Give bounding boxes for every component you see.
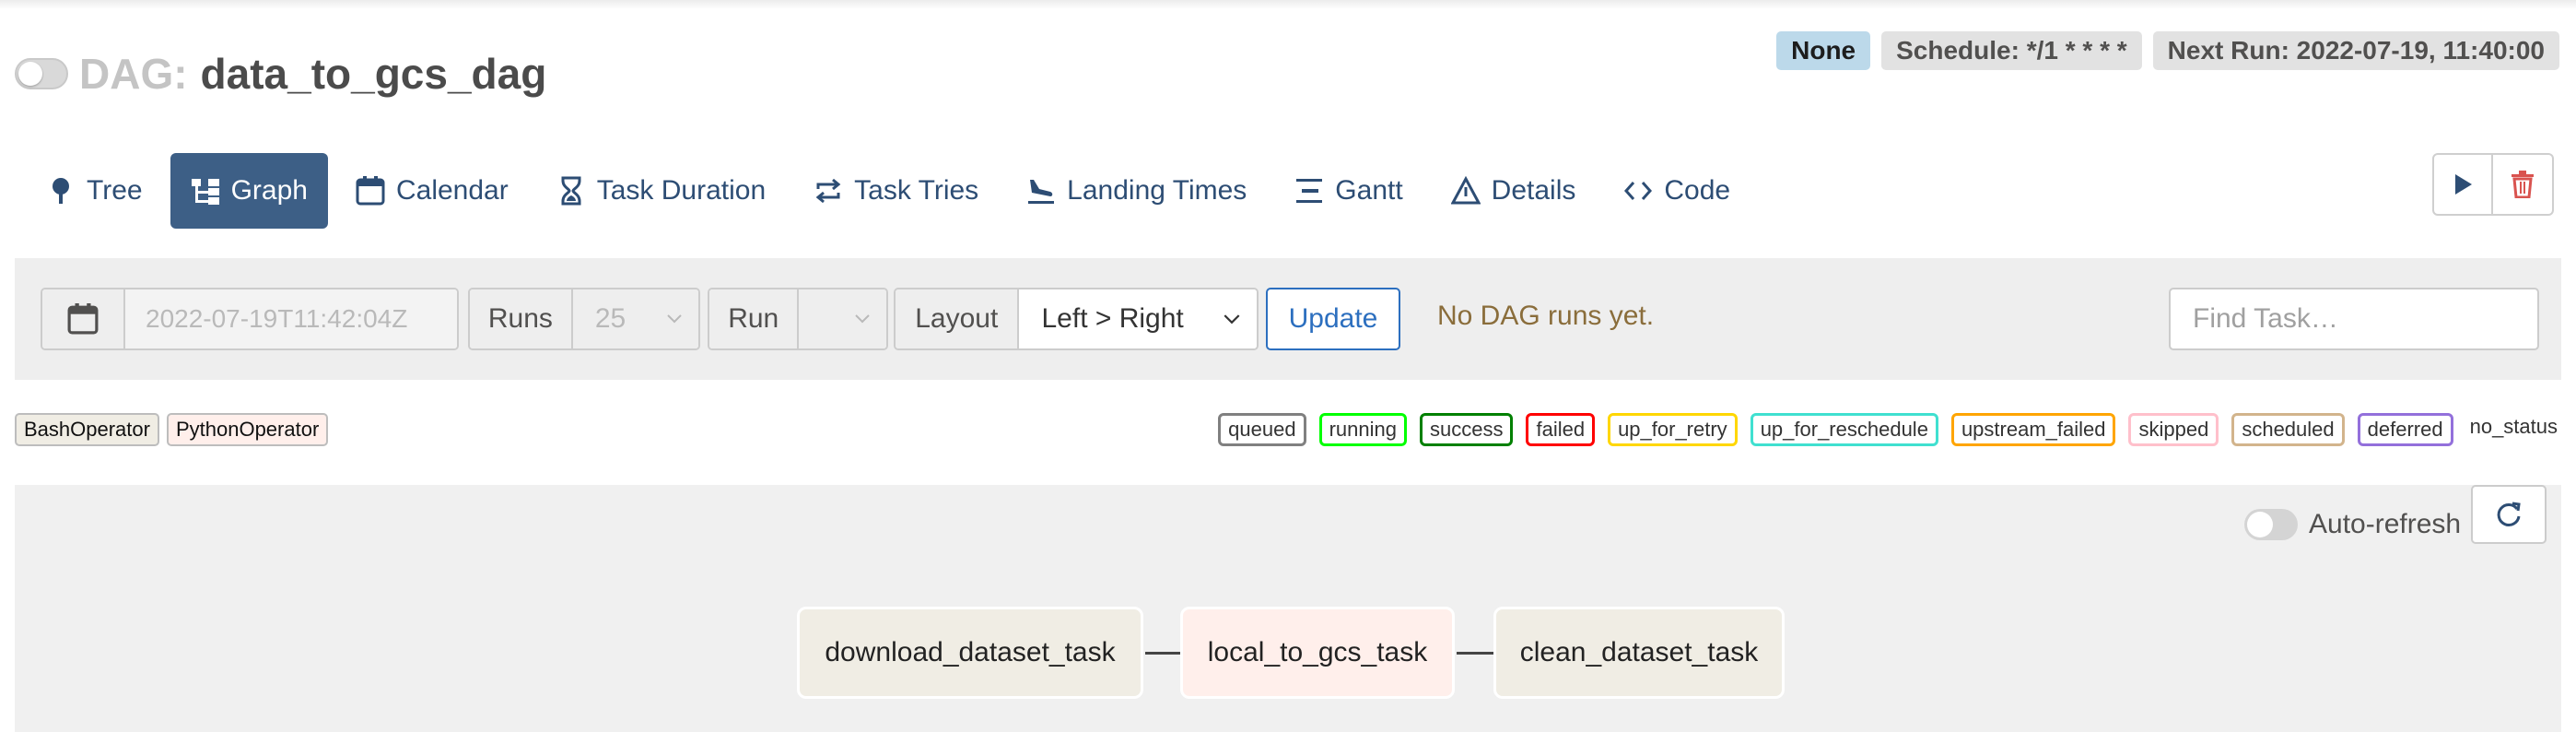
calendar-icon[interactable] [42,289,125,348]
legend-scheduled: scheduled [2231,413,2345,446]
dag-actions [2432,153,2554,216]
graph-filter-bar: 2022-07-19T11:42:04Z Runs 25 Run Layout … [15,258,2561,380]
no-dag-runs-message: No DAG runs yet. [1437,301,1655,331]
tab-label: Details [1491,175,1576,206]
legend-success: success [1419,413,1514,446]
tab-label: Tree [87,175,143,206]
dag-title: data_to_gcs_dag [200,50,547,98]
tab-gantt[interactable]: Gantt [1274,153,1423,229]
layout-group: Layout Left > Right [894,288,1259,350]
dag-pause-toggle[interactable] [15,58,68,89]
tab-label: Calendar [395,175,509,206]
refresh-icon [2497,502,2521,526]
auto-refresh[interactable]: Auto-refresh [2244,509,2461,540]
hourglass-icon [556,176,586,206]
view-tabs: Tree Graph Calendar Task Duration Task T… [28,153,1758,229]
chevron-down-icon [667,314,682,324]
legend-running: running [1318,413,1407,446]
refresh-button[interactable] [2471,485,2547,544]
tab-task-tries[interactable]: Task Tries [793,153,999,229]
status-legend: queued running success failed up_for_ret… [1218,413,2561,446]
code-icon [1623,176,1653,206]
graph-icon [191,176,220,206]
chevron-down-icon [1224,313,1240,324]
operator-legend: BashOperator PythonOperator [15,413,329,446]
task-node-local-to-gcs[interactable]: local_to_gcs_task [1180,607,1455,699]
legend-failed: failed [1526,413,1596,446]
delete-dag-button[interactable] [2493,153,2554,216]
layout-label: Layout [896,289,1020,348]
run-label: Run [709,289,800,348]
play-icon [2455,174,2472,195]
task-node-download-dataset[interactable]: download_dataset_task [797,607,1143,699]
legend-deferred: deferred [2357,413,2453,446]
layout-select[interactable]: Left > Right [1019,289,1257,348]
legend-no-status: no_status [2465,413,2561,446]
tab-label: Task Tries [854,175,979,206]
runs-select[interactable]: 25 [572,289,698,348]
schedule-badge: Schedule: */1 * * * * [1881,31,2142,70]
find-task-input[interactable]: Find Task… [2169,288,2539,350]
tab-details[interactable]: Details [1431,153,1597,229]
legend-up-for-reschedule: up_for_reschedule [1750,413,1938,446]
operator-pythonoperator: PythonOperator [166,413,329,446]
tab-tree[interactable]: Tree [28,153,163,229]
trigger-dag-button[interactable] [2432,153,2493,216]
tab-graph[interactable]: Graph [170,153,328,229]
operator-bashoperator: BashOperator [15,413,159,446]
tab-code[interactable]: Code [1603,153,1751,229]
legend-upstream-failed: upstream_failed [1950,413,2116,446]
dag-status-badge: None [1776,31,1871,70]
task-node-clean-dataset[interactable]: clean_dataset_task [1493,607,1785,699]
repeat-icon [814,176,843,206]
tab-label: Graph [230,175,308,206]
calendar-icon [356,176,385,206]
dag-graph-canvas[interactable]: Auto-refresh download_dataset_task local… [15,485,2561,732]
runs-label: Runs [470,289,573,348]
layout-value: Left > Right [1041,303,1184,334]
auto-refresh-toggle[interactable] [2244,509,2298,540]
trash-icon [2512,171,2534,198]
chevron-down-icon [855,314,870,324]
plane-landing-icon [1026,176,1056,206]
update-button[interactable]: Update [1266,288,1400,350]
dag-info-badges: None Schedule: */1 * * * * Next Run: 202… [1776,31,2559,70]
run-group: Run [708,288,888,350]
dag-header: DAG: data_to_gcs_dag [15,48,546,100]
tab-label: Code [1664,175,1731,206]
legend-queued: queued [1218,413,1306,446]
run-select[interactable] [799,289,886,348]
legend-up-for-retry: up_for_retry [1608,413,1738,446]
tab-landing-times[interactable]: Landing Times [1006,153,1267,229]
base-date-input[interactable]: 2022-07-19T11:42:04Z [125,289,457,348]
base-date-group: 2022-07-19T11:42:04Z [41,288,459,350]
gantt-icon [1294,176,1324,206]
auto-refresh-label: Auto-refresh [2309,509,2462,539]
warning-triangle-icon [1450,175,1481,206]
tab-label: Landing Times [1067,175,1247,206]
tree-icon [46,176,76,206]
runs-group: Runs 25 [468,288,700,350]
dag-label: DAG: [79,50,188,98]
tab-label: Task Duration [596,175,767,206]
legend-skipped: skipped [2128,413,2219,446]
tab-task-duration[interactable]: Task Duration [536,153,786,229]
tab-calendar[interactable]: Calendar [335,153,529,229]
top-shadow [0,0,2576,9]
next-run-badge: Next Run: 2022-07-19, 11:40:00 [2152,31,2559,70]
tab-label: Gantt [1335,175,1403,206]
runs-value: 25 [594,303,626,334]
